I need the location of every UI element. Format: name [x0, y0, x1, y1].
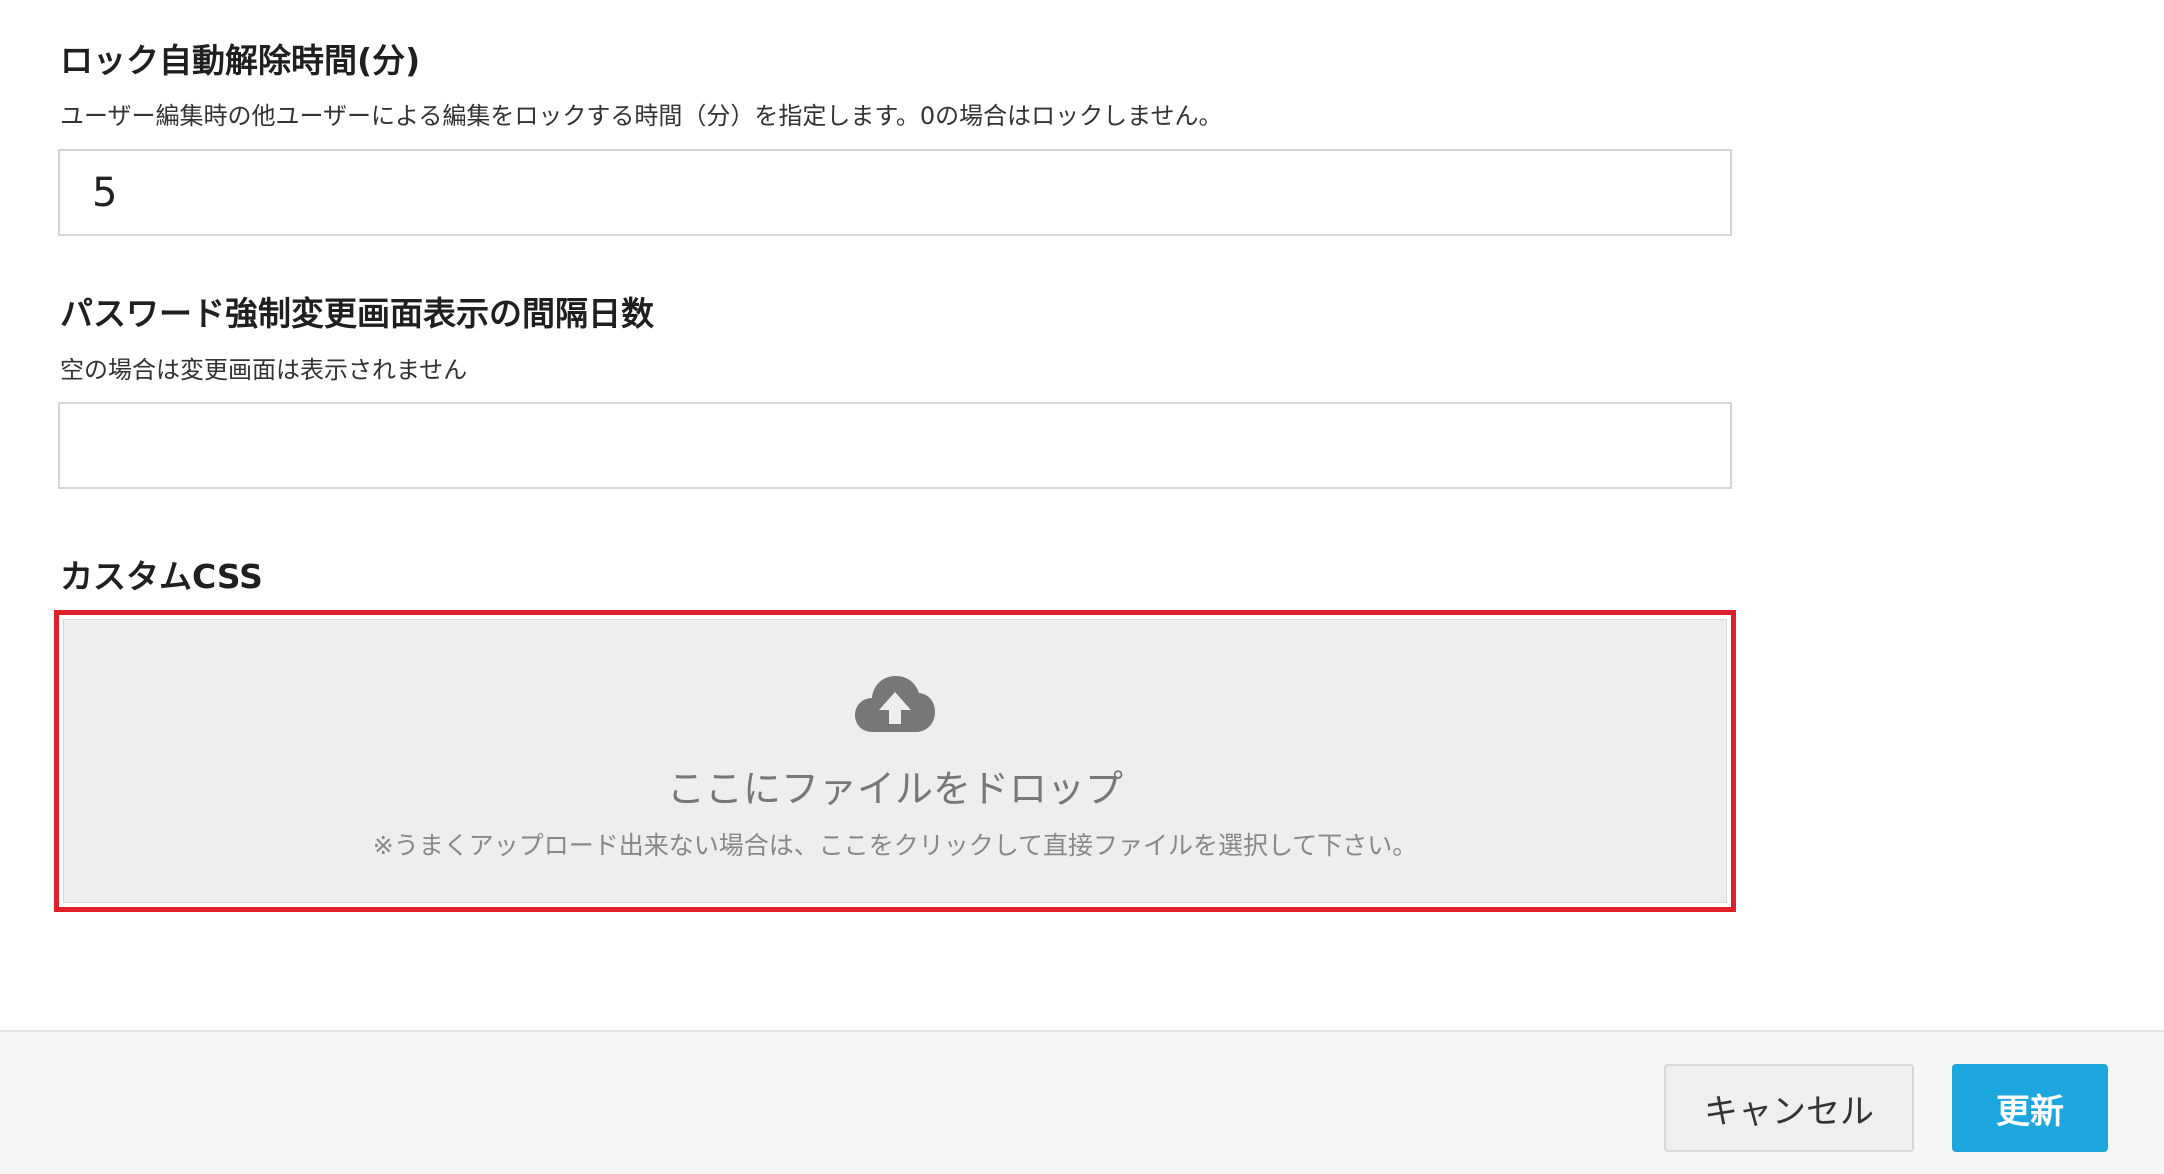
- dropzone-title: ここにファイルをドロップ: [666, 767, 1123, 811]
- dropzone-subtitle: ※うまくアップロード出来ない場合は、ここをクリックして直接ファイルを選択して下さ…: [372, 831, 1418, 860]
- cloud-upload-icon: [855, 676, 935, 732]
- dropzone-highlight: ここにファイルをドロップ ※うまくアップロード出来ない場合は、ここをクリックして…: [54, 610, 1736, 912]
- settings-page: ロック自動解除時間(分) ユーザー編集時の他ユーザーによる編集をロックする時間（…: [0, 0, 2164, 1174]
- password-interval-label: パスワード強制変更画面表示の間隔日数: [60, 294, 654, 333]
- custom-css-label: カスタムCSS: [60, 557, 263, 596]
- lock-time-label: ロック自動解除時間(分): [60, 41, 421, 80]
- custom-css-dropzone[interactable]: ここにファイルをドロップ ※うまくアップロード出来ない場合は、ここをクリックして…: [63, 619, 1727, 903]
- password-interval-help: 空の場合は変更画面は表示されません: [60, 356, 468, 384]
- update-button[interactable]: 更新: [1952, 1064, 2108, 1152]
- lock-time-input[interactable]: [58, 149, 1732, 236]
- cancel-button[interactable]: キャンセル: [1664, 1064, 1914, 1152]
- password-interval-input[interactable]: [58, 402, 1732, 489]
- lock-time-help: ユーザー編集時の他ユーザーによる編集をロックする時間（分）を指定します。0の場合…: [60, 102, 1223, 130]
- footer-bar: キャンセル 更新: [0, 1030, 2164, 1174]
